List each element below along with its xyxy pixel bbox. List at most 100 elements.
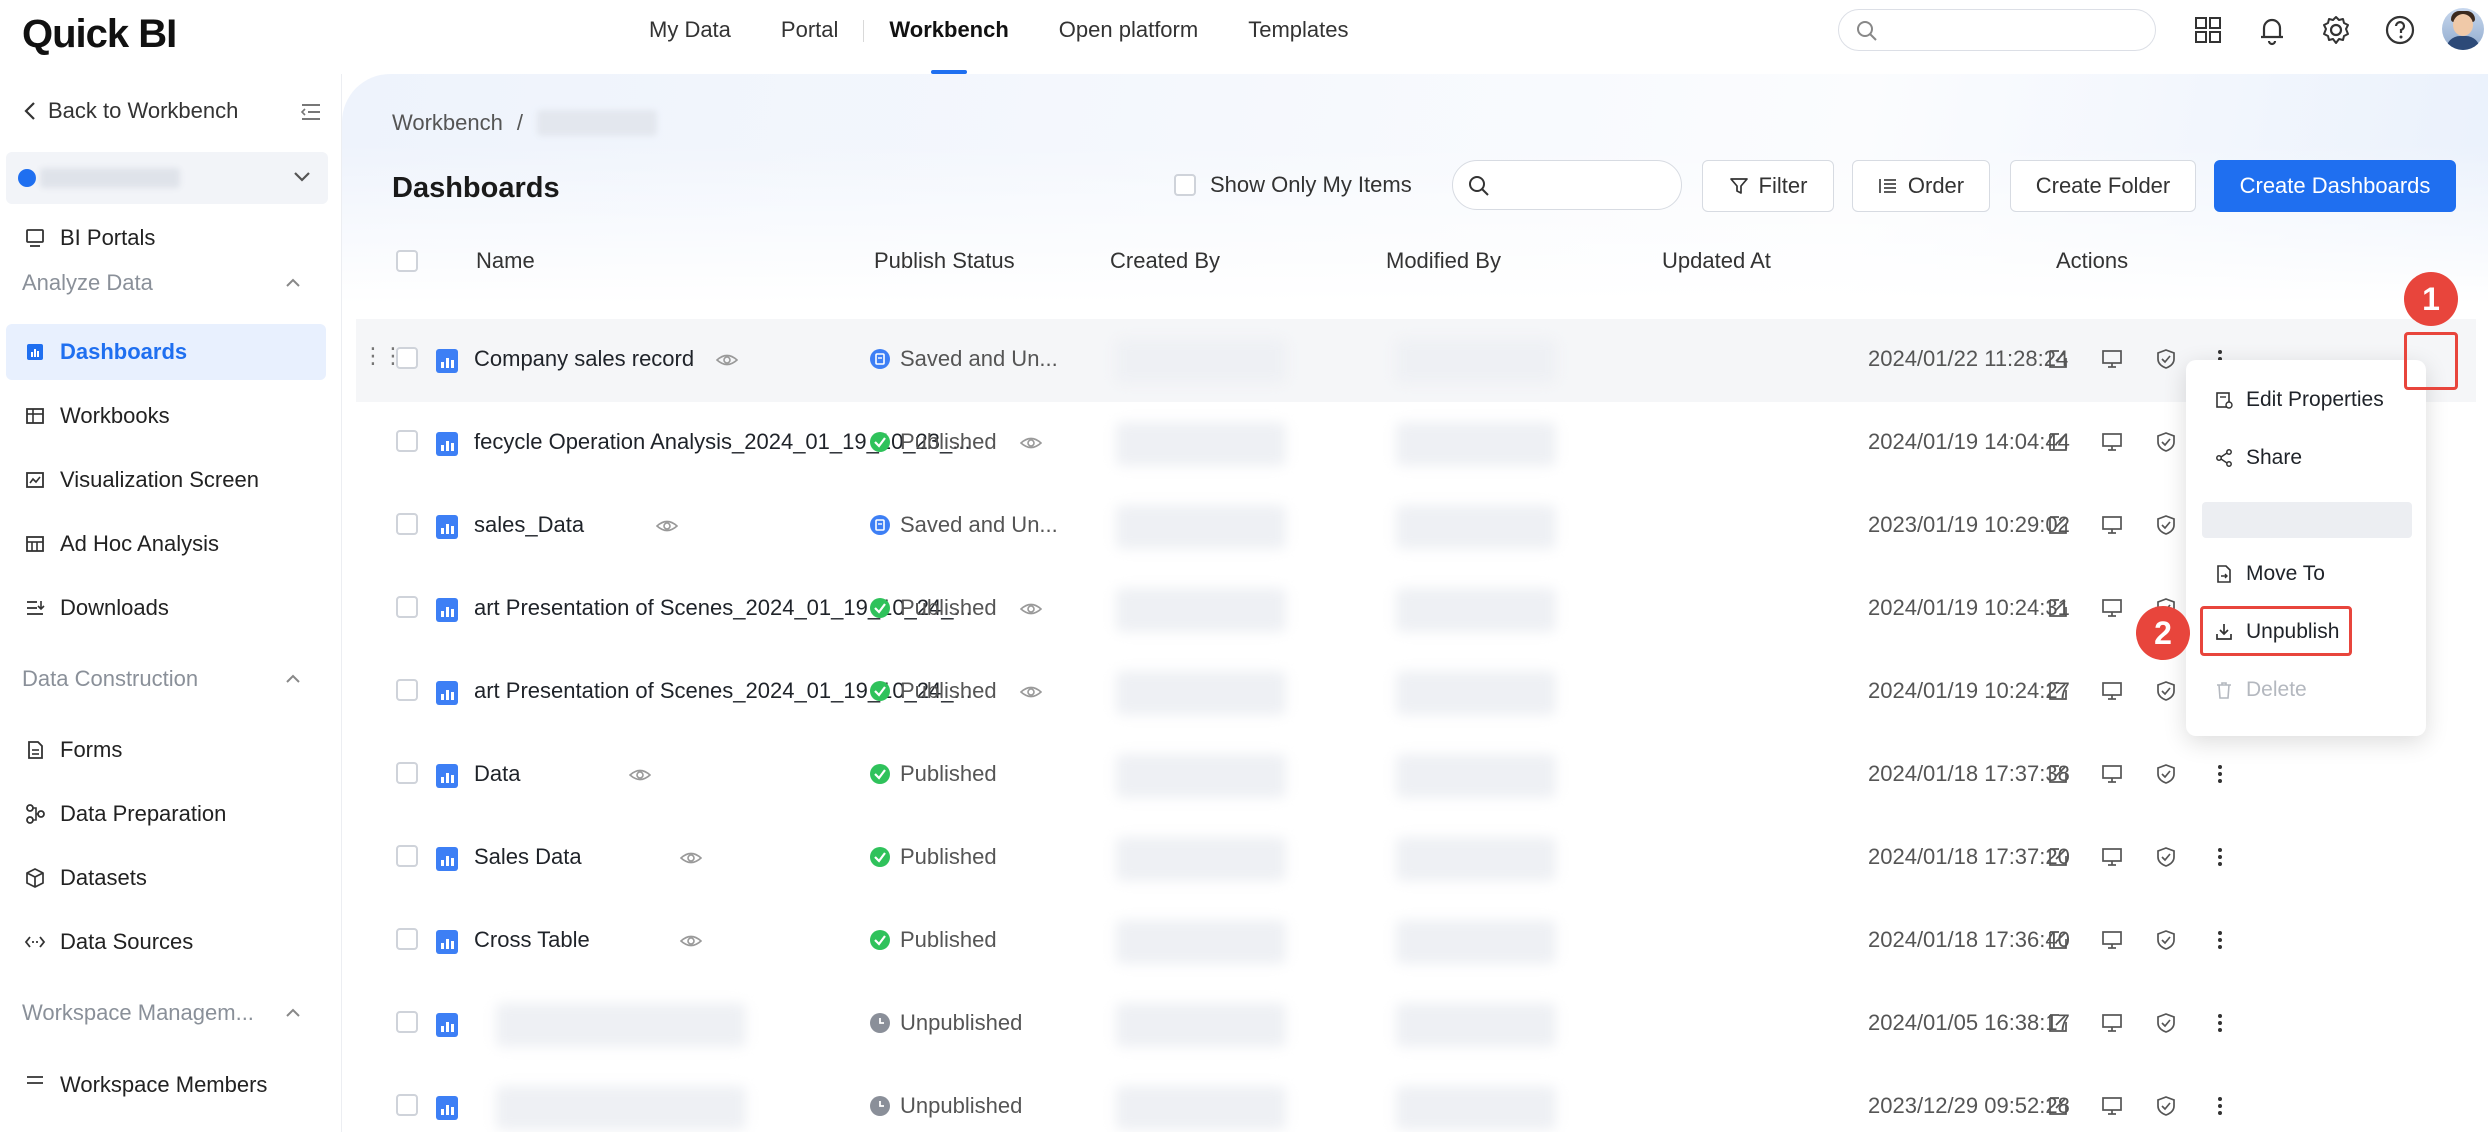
column-header-name[interactable]: Name bbox=[476, 248, 535, 274]
user-avatar[interactable] bbox=[2442, 8, 2484, 50]
preview-monitor-icon[interactable] bbox=[2100, 513, 2124, 537]
edit-icon[interactable] bbox=[2046, 928, 2070, 952]
edit-icon[interactable] bbox=[2046, 1011, 2070, 1035]
app-logo[interactable]: Quick BI bbox=[22, 12, 177, 57]
sidebar-item-data-preparation[interactable]: Data Preparation bbox=[6, 786, 326, 842]
edit-icon[interactable] bbox=[2046, 430, 2070, 454]
nav-templates[interactable]: Templates bbox=[1223, 0, 1373, 74]
checkbox[interactable] bbox=[1174, 174, 1196, 196]
preview-monitor-icon[interactable] bbox=[2100, 347, 2124, 371]
edit-icon[interactable] bbox=[2046, 596, 2070, 620]
nav-my-data[interactable]: My Data bbox=[624, 0, 756, 74]
edit-icon[interactable] bbox=[2046, 513, 2070, 537]
table-row[interactable]: ⋮⋮ Company sales record Saved and Un... 202… bbox=[356, 319, 2476, 402]
nav-portal[interactable]: Portal bbox=[756, 0, 863, 74]
table-row[interactable]: fecycle Operation Analysis_2024_01_19_10… bbox=[356, 402, 2476, 485]
table-row[interactable]: Data Published 2024/01/18 17:37:38 bbox=[356, 734, 2476, 817]
permission-shield-icon[interactable] bbox=[2154, 347, 2178, 371]
filter-button[interactable]: Filter bbox=[1702, 160, 1834, 212]
more-vertical-icon[interactable] bbox=[2208, 1094, 2232, 1118]
create-dashboards-button[interactable]: Create Dashboards bbox=[2214, 160, 2456, 212]
column-header-created-by[interactable]: Created By bbox=[1110, 248, 1220, 274]
column-header-updated-at[interactable]: Updated At bbox=[1662, 248, 1771, 274]
permission-shield-icon[interactable] bbox=[2154, 1011, 2178, 1035]
table-row[interactable]: art Presentation of Scenes_2024_01_19_10… bbox=[356, 651, 2476, 734]
help-icon[interactable] bbox=[2382, 12, 2418, 48]
sidebar-item-ad-hoc-analysis[interactable]: Ad Hoc Analysis bbox=[6, 516, 326, 572]
bell-icon[interactable] bbox=[2254, 12, 2290, 48]
order-button[interactable]: Order bbox=[1852, 160, 1990, 212]
back-to-workbench-link[interactable]: Back to Workbench bbox=[22, 98, 238, 124]
preview-monitor-icon[interactable] bbox=[2100, 596, 2124, 620]
sidebar-item-forms[interactable]: Forms bbox=[6, 722, 326, 778]
edit-icon[interactable] bbox=[2046, 679, 2070, 703]
preview-monitor-icon[interactable] bbox=[2100, 1011, 2124, 1035]
preview-monitor-icon[interactable] bbox=[2100, 928, 2124, 952]
dashboard-search-input[interactable] bbox=[1452, 160, 1682, 210]
column-header-publish-status[interactable]: Publish Status bbox=[874, 248, 1015, 274]
collapse-sidebar-icon[interactable] bbox=[300, 102, 322, 122]
table-row[interactable]: Unpublished 2024/01/05 16:38:17 bbox=[356, 983, 2476, 1066]
row-checkbox[interactable] bbox=[396, 430, 418, 452]
table-row[interactable]: sales_Data Saved and Un... 2023/01/19 10:2… bbox=[356, 485, 2476, 568]
row-checkbox[interactable] bbox=[396, 845, 418, 867]
table-row[interactable]: Cross Table Published 2024/01/18 17:36:40 bbox=[356, 900, 2476, 983]
sidebar-item-dashboards[interactable]: Dashboards bbox=[6, 324, 326, 380]
breadcrumb-workbench[interactable]: Workbench bbox=[392, 110, 503, 136]
permission-shield-icon[interactable] bbox=[2154, 845, 2178, 869]
eye-icon[interactable] bbox=[629, 766, 651, 784]
row-name[interactable]: Cross Table bbox=[474, 927, 590, 953]
more-vertical-icon[interactable] bbox=[2208, 928, 2232, 952]
permission-shield-icon[interactable] bbox=[2154, 762, 2178, 786]
row-checkbox[interactable] bbox=[396, 928, 418, 950]
preview-monitor-icon[interactable] bbox=[2100, 430, 2124, 454]
preview-monitor-icon[interactable] bbox=[2100, 679, 2124, 703]
more-vertical-icon[interactable] bbox=[2208, 845, 2232, 869]
column-header-modified-by[interactable]: Modified By bbox=[1386, 248, 1501, 274]
edit-icon[interactable] bbox=[2046, 347, 2070, 371]
workspace-selector[interactable] bbox=[6, 152, 328, 204]
sidebar-item-workspace-members[interactable]: Workspace Members bbox=[6, 1054, 326, 1100]
eye-icon[interactable] bbox=[656, 517, 678, 535]
row-checkbox[interactable] bbox=[396, 762, 418, 784]
sidebar-item-workbooks[interactable]: Workbooks bbox=[6, 388, 326, 444]
more-vertical-icon[interactable] bbox=[2208, 762, 2232, 786]
show-only-my-items-checkbox[interactable]: Show Only My Items bbox=[1174, 172, 1412, 198]
row-checkbox[interactable] bbox=[396, 513, 418, 535]
eye-icon[interactable] bbox=[680, 932, 702, 950]
permission-shield-icon[interactable] bbox=[2154, 928, 2178, 952]
global-search-input[interactable] bbox=[1838, 9, 2156, 51]
sidebar-item-data-sources[interactable]: Data Sources bbox=[6, 914, 326, 970]
row-checkbox[interactable] bbox=[396, 347, 418, 369]
eye-icon[interactable] bbox=[716, 351, 738, 369]
nav-workbench[interactable]: Workbench bbox=[864, 0, 1033, 74]
permission-shield-icon[interactable] bbox=[2154, 513, 2178, 537]
apps-grid-icon[interactable] bbox=[2190, 12, 2226, 48]
permission-shield-icon[interactable] bbox=[2154, 430, 2178, 454]
row-name[interactable]: sales_Data bbox=[474, 512, 584, 538]
edit-icon[interactable] bbox=[2046, 845, 2070, 869]
table-row[interactable]: Unpublished 2023/12/29 09:52:28 bbox=[356, 1066, 2476, 1132]
sidebar-group-workspace-management[interactable]: Workspace Managem... bbox=[22, 1000, 302, 1026]
row-checkbox[interactable] bbox=[396, 679, 418, 701]
sidebar-item-bi-portals[interactable]: BI Portals bbox=[6, 210, 326, 266]
preview-monitor-icon[interactable] bbox=[2100, 845, 2124, 869]
row-checkbox[interactable] bbox=[396, 1094, 418, 1116]
sidebar-item-downloads[interactable]: Downloads bbox=[6, 580, 326, 636]
create-folder-button[interactable]: Create Folder bbox=[2010, 160, 2196, 212]
more-vertical-icon[interactable] bbox=[2208, 1011, 2232, 1035]
eye-icon[interactable] bbox=[1020, 683, 1042, 701]
preview-monitor-icon[interactable] bbox=[2100, 762, 2124, 786]
row-checkbox[interactable] bbox=[396, 1011, 418, 1033]
menu-item-share[interactable]: Share bbox=[2214, 446, 2302, 470]
sidebar-item-datasets[interactable]: Datasets bbox=[6, 850, 326, 906]
eye-icon[interactable] bbox=[1020, 600, 1042, 618]
menu-item-move-to[interactable]: Move To bbox=[2214, 562, 2325, 586]
permission-shield-icon[interactable] bbox=[2154, 1094, 2178, 1118]
row-name[interactable]: Company sales record bbox=[474, 346, 694, 372]
permission-shield-icon[interactable] bbox=[2154, 679, 2178, 703]
row-checkbox[interactable] bbox=[396, 596, 418, 618]
select-all-checkbox[interactable] bbox=[396, 250, 418, 272]
edit-icon[interactable] bbox=[2046, 1094, 2070, 1118]
menu-item-edit-properties[interactable]: Edit Properties bbox=[2214, 388, 2384, 412]
